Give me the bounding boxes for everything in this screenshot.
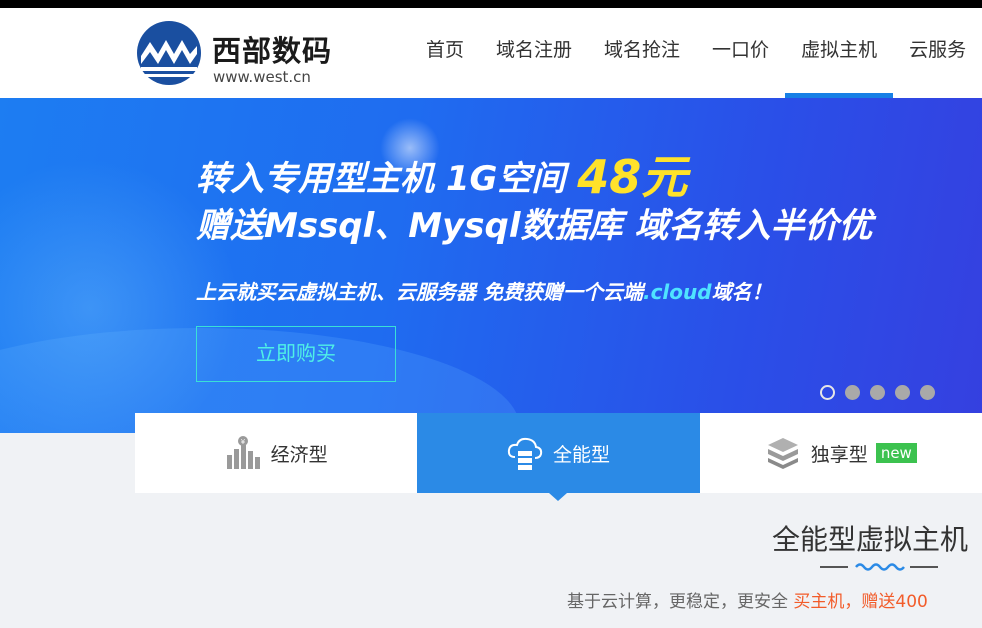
section-subtitle: 基于云计算，更稳定，更安全 买主机，赠送400 bbox=[567, 587, 928, 612]
cube-stack-icon bbox=[767, 438, 798, 469]
hero-banner[interactable]: 转入专用型主机 1G空间 48元 赠送Mssql、Mysql数据库 域名转入半价… bbox=[0, 98, 982, 433]
tab-economy-label: 经济型 bbox=[270, 443, 328, 466]
wave-divider-icon bbox=[820, 563, 938, 571]
banner-tagline-text: 上云就买云虚拟主机、云服务器 免费获赠一个云端 bbox=[196, 280, 643, 304]
nav-home[interactable]: 首页 bbox=[410, 8, 480, 98]
carousel-dot-5[interactable] bbox=[920, 385, 935, 400]
section-promo-highlight[interactable]: 买主机，赠送400 bbox=[793, 592, 927, 612]
carousel-dots bbox=[820, 385, 935, 400]
nav-cloud-server[interactable]: 云服务 bbox=[893, 8, 982, 98]
site-logo[interactable]: 西部数码 www.west.cn bbox=[136, 18, 336, 88]
site-header: 西部数码 www.west.cn 首页 域名注册 域名抢注 一口价 虚拟主机 云… bbox=[0, 8, 982, 98]
nav-domain-snap[interactable]: 域名抢注 bbox=[588, 8, 696, 98]
west-logo-icon bbox=[137, 21, 201, 85]
tab-all-purpose-label: 全能型 bbox=[552, 443, 610, 466]
banner-cloud-highlight: .cloud bbox=[642, 280, 712, 304]
banner-price: 48元 bbox=[577, 150, 688, 204]
server-coin-icon: ¥ bbox=[226, 436, 260, 469]
tab-economy[interactable]: ¥ 经济型 bbox=[135, 413, 418, 493]
logo-name: 西部数码 bbox=[212, 34, 333, 68]
nav-fixed-price[interactable]: 一口价 bbox=[696, 8, 785, 98]
tab-dedicated[interactable]: 独享型 new bbox=[699, 413, 982, 493]
section-title: 全能型虚拟主机 bbox=[772, 523, 969, 556]
banner-tagline: 上云就买云虚拟主机、云服务器 免费获赠一个云端.cloud域名！ bbox=[196, 276, 772, 305]
banner-headline: 转入专用型主机 1G空间 48元 bbox=[196, 138, 687, 204]
new-badge: new bbox=[875, 443, 917, 463]
tab-dedicated-label: 独享型 bbox=[810, 443, 868, 466]
host-type-tabs: ¥ 经济型 全能型 独享型 new bbox=[135, 413, 982, 501]
nav-virtual-host[interactable]: 虚拟主机 bbox=[785, 8, 894, 98]
buy-now-button[interactable]: 立即购买 bbox=[196, 326, 396, 382]
cloud-server-icon bbox=[507, 437, 543, 470]
svg-text:¥: ¥ bbox=[240, 438, 245, 446]
logo-url: www.west.cn bbox=[213, 68, 311, 86]
banner-headline-text: 转入专用型主机 1G空间 bbox=[196, 159, 578, 199]
section-subtitle-text: 基于云计算，更稳定，更安全 bbox=[567, 592, 794, 612]
carousel-dot-4[interactable] bbox=[895, 385, 910, 400]
banner-subheadline: 赠送Mssql、Mysql数据库 域名转入半价优 bbox=[196, 206, 873, 246]
main-nav: 首页 域名注册 域名抢注 一口价 虚拟主机 云服务 bbox=[410, 8, 982, 98]
carousel-dot-1[interactable] bbox=[820, 385, 835, 400]
banner-tagline-end: 域名！ bbox=[711, 280, 772, 304]
carousel-dot-2[interactable] bbox=[845, 385, 860, 400]
nav-domain-register[interactable]: 域名注册 bbox=[480, 8, 588, 98]
carousel-dot-3[interactable] bbox=[870, 385, 885, 400]
top-bar bbox=[0, 0, 982, 8]
tab-all-purpose[interactable]: 全能型 bbox=[417, 413, 700, 501]
